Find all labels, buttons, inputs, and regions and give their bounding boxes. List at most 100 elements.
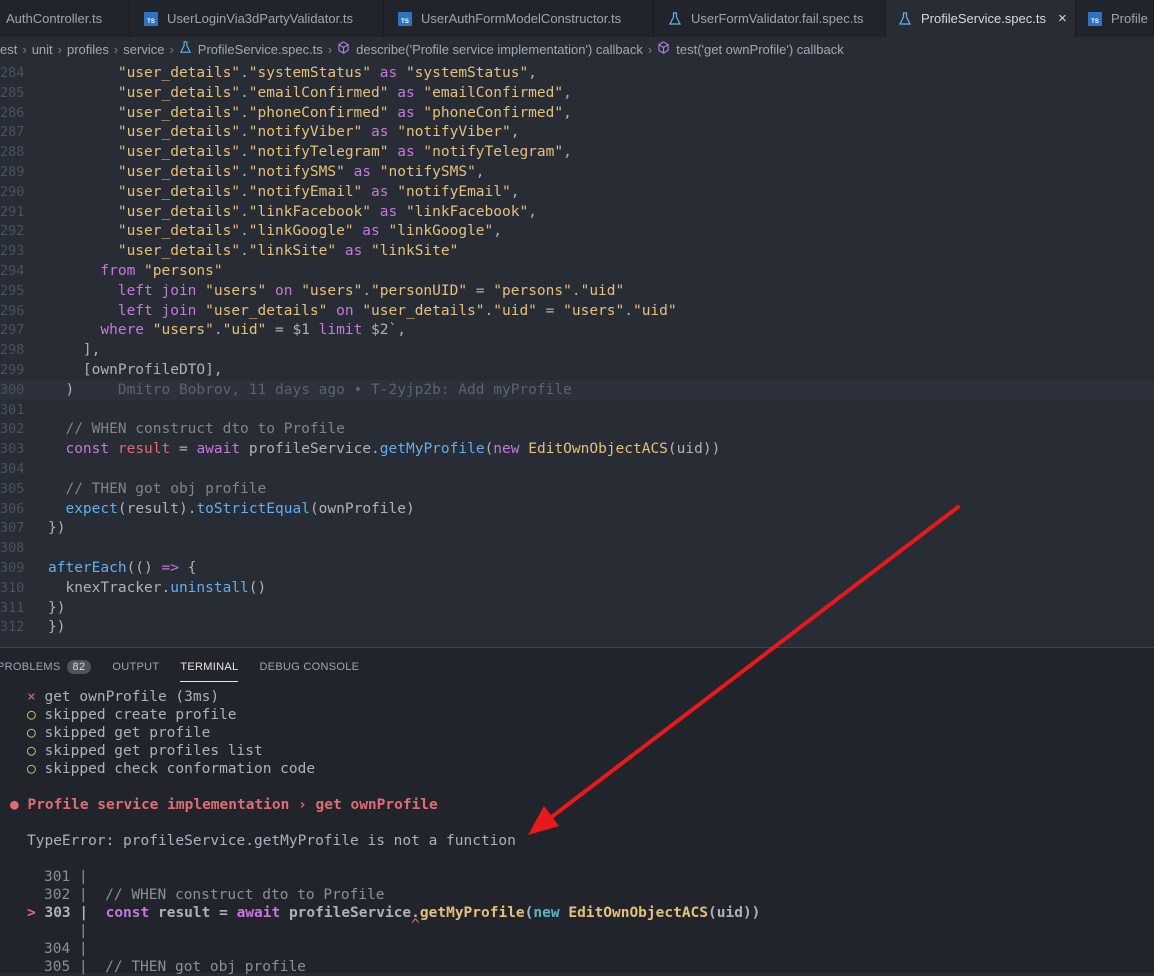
code-text: expect(result).toStrictEqual(ownProfile) — [65, 500, 415, 517]
code-line[interactable]: 300 ) Dmitro Bobrov, 11 days ago • T-2yj… — [0, 379, 1154, 400]
code-line[interactable]: 303 const result = await profileService.… — [0, 439, 1154, 459]
chevron-right-icon: › — [57, 41, 62, 57]
code-editor[interactable]: 284 "user_details"."systemStatus" as "sy… — [0, 61, 1154, 647]
test-flask-icon — [668, 11, 682, 26]
breadcrumb-item[interactable]: ProfileService.spec.ts — [198, 42, 323, 57]
tab-problems[interactable]: PROBLEMS 82 — [0, 648, 92, 686]
line-number: 299 — [0, 362, 25, 378]
code-line[interactable]: 295 left join "users" on "users"."person… — [0, 281, 1154, 301]
code-text: knexTracker.uninstall() — [48, 579, 267, 596]
line-number: 288 — [0, 144, 25, 161]
line-number: 309 — [0, 560, 25, 576]
code-line[interactable]: 302 // WHEN construct dto to Profile — [0, 419, 1154, 439]
tab-label: DEBUG CONSOLE — [259, 661, 360, 673]
snippet-line: 301 | — [44, 869, 88, 885]
tab-profile[interactable]: TS Profile — [1076, 0, 1154, 37]
test-flask-icon — [898, 11, 912, 26]
tab-profileservice-spec[interactable]: ProfileService.spec.ts × — [886, 0, 1076, 37]
breadcrumb-item[interactable]: describe('Profile service implementation… — [356, 42, 643, 57]
code-text: "user_details"."notifySMS" as "notifySMS… — [117, 164, 485, 180]
code-line[interactable]: 301 — [0, 400, 1154, 420]
code-text: "user_details"."notifyViber" as "notifyV… — [117, 124, 520, 141]
breadcrumb: est › unit › profiles › service › ProfileSer… — [0, 37, 1154, 61]
close-icon[interactable]: × — [1058, 10, 1067, 27]
snippet-line: 302 | // WHEN construct dto to Profile — [44, 887, 385, 903]
problems-count-badge: 82 — [66, 660, 92, 674]
code-text: // THEN got obj profile — [48, 480, 267, 497]
bottom-panel: PROBLEMS 82 OUTPUT TERMINAL DEBUG CONSOL… — [0, 647, 1154, 975]
code-line[interactable]: 311}) — [0, 598, 1154, 618]
tab-userloginvia3dpartyvalidator[interactable]: TS UserLoginVia3dPartyValidator.ts — [130, 0, 384, 37]
breadcrumb-item[interactable]: est — [0, 42, 17, 57]
code-text: where "users"."uid" = $1 limit $2`, — [100, 322, 406, 339]
breadcrumb-item[interactable]: profiles — [67, 42, 109, 57]
code-line[interactable]: 292 "user_details"."linkGoogle" as "link… — [0, 221, 1154, 241]
code-line[interactable]: 288 "user_details"."notifyTelegram" as "… — [0, 142, 1154, 162]
code-line[interactable]: 312}) — [0, 617, 1154, 637]
code-line[interactable]: 284 "user_details"."systemStatus" as "sy… — [0, 63, 1154, 83]
code-line[interactable]: 297 where "users"."uid" = $1 limit $2`, — [0, 320, 1154, 340]
code-line[interactable]: 304 — [0, 459, 1154, 479]
code-line[interactable]: 305 // THEN got obj profile — [0, 479, 1154, 499]
snippet-line: 305 | // THEN got obj profile — [44, 959, 306, 975]
panel-tabs: PROBLEMS 82 OUTPUT TERMINAL DEBUG CONSOL… — [0, 648, 1154, 686]
code-line[interactable]: 290 "user_details"."notifyEmail" as "not… — [0, 182, 1154, 202]
code-line[interactable]: 291 "user_details"."linkFacebook" as "li… — [0, 202, 1154, 222]
code-line[interactable]: 299 [ownProfileDTO], — [0, 360, 1154, 380]
tab-output[interactable]: OUTPUT — [112, 648, 159, 686]
tab-authcontroller[interactable]: AuthController.ts — [0, 0, 130, 37]
breadcrumb-item[interactable]: service — [123, 42, 164, 57]
code-line[interactable]: 306 expect(result).toStrictEqual(ownProf… — [0, 499, 1154, 519]
code-line[interactable]: 286 "user_details"."phoneConfirmed" as "… — [0, 103, 1154, 123]
chevron-right-icon: › — [169, 41, 174, 57]
code-line[interactable]: 285 "user_details"."emailConfirmed" as "… — [0, 83, 1154, 103]
line-number: 293 — [0, 243, 25, 260]
code-text: }) — [48, 619, 66, 636]
code-line[interactable]: 307}) — [0, 518, 1154, 538]
breadcrumb-item[interactable]: unit — [32, 42, 53, 57]
test-fail-line: × get ownProfile (3ms) — [27, 688, 219, 706]
chevron-right-icon: › — [647, 41, 653, 57]
code-line[interactable]: 293 "user_details"."linkSite" as "linkSi… — [0, 241, 1154, 261]
tab-userformvalidator-fail-spec[interactable]: UserFormValidator.fail.spec.ts — [654, 0, 886, 37]
code-line[interactable]: 294 from "persons" — [0, 261, 1154, 281]
line-number: 290 — [0, 183, 25, 200]
tab-label: TERMINAL — [180, 661, 239, 673]
tab-label: PROBLEMS — [0, 661, 61, 673]
skip-circle-icon: ○ — [27, 725, 36, 741]
tab-terminal[interactable]: TERMINAL — [180, 648, 239, 686]
tab-label: AuthController.ts — [6, 11, 103, 26]
code-line[interactable]: 289 "user_details"."notifySMS" as "notif… — [0, 162, 1154, 182]
cube-icon — [337, 41, 350, 57]
code-text: [ownProfileDTO], — [48, 362, 223, 378]
error-title-line: ● Profile service implementation › get o… — [10, 796, 438, 814]
code-line[interactable]: 308 — [0, 538, 1154, 558]
editor-tab-bar: AuthController.ts TS UserLoginVia3dParty… — [0, 0, 1154, 37]
code-line[interactable]: 310 knexTracker.uninstall() — [0, 578, 1154, 598]
code-line[interactable]: 298 ], — [0, 340, 1154, 360]
line-number: 311 — [0, 599, 25, 616]
code-text: "user_details"."linkGoogle" as "linkGoog… — [117, 223, 502, 240]
line-number: 303 — [0, 441, 25, 458]
code-text: "user_details"."phoneConfirmed" as "phon… — [117, 104, 572, 121]
line-number: 289 — [0, 164, 25, 180]
code-text: afterEach(() => { — [48, 560, 197, 576]
fail-test-name: get ownProfile (3ms) — [44, 689, 220, 705]
tab-debug-console[interactable]: DEBUG CONSOLE — [259, 648, 359, 686]
line-number: 300 — [0, 381, 25, 398]
line-number: 310 — [0, 579, 25, 596]
tab-userauthformmodelconstructor[interactable]: TS UserAuthFormModelConstructor.ts — [384, 0, 654, 37]
code-line[interactable]: 309 afterEach(() => { — [0, 558, 1154, 578]
snippet-line-highlight: > 303 | const result = await profileServ… — [27, 905, 761, 921]
terminal-output[interactable]: × get ownProfile (3ms) ○ skipped create … — [0, 688, 1154, 975]
code-line[interactable]: 287 "user_details"."notifyViber" as "not… — [0, 122, 1154, 142]
chevron-right-icon: › — [327, 41, 333, 57]
code-text: "user_details"."notifyTelegram" as "noti… — [117, 144, 572, 161]
code-text: "user_details"."linkSite" as "linkSite" — [117, 243, 459, 260]
line-number: 286 — [0, 104, 25, 121]
code-line[interactable]: 296 left join "user_details" on "user_de… — [0, 301, 1154, 321]
tab-label: OUTPUT — [112, 661, 160, 673]
tab-label: Profile — [1111, 11, 1148, 26]
skipped-test: skipped check conformation code — [44, 761, 316, 777]
breadcrumb-item[interactable]: test('get ownProfile') callback — [676, 42, 844, 57]
